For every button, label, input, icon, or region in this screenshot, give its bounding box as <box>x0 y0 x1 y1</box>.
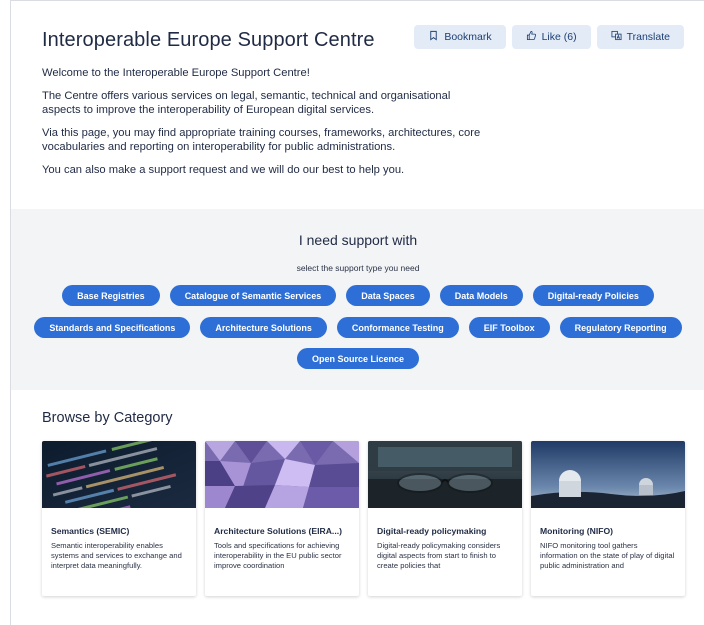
intro-section: Interoperable Europe Support Centre Book… <box>11 1 704 209</box>
like-button[interactable]: Like (6) <box>511 25 591 49</box>
welcome-text: Welcome to the Interoperable Europe Supp… <box>42 67 310 79</box>
card-description: Semantic interoperability enables system… <box>51 541 182 571</box>
support-data-spaces[interactable]: Data Spaces <box>346 285 430 306</box>
category-card-semantics[interactable]: Semantics (SEMIC) Semantic interoperabil… <box>42 441 196 596</box>
support-section: I need support with select the support t… <box>11 209 704 390</box>
card-description: Tools and specifications for achieving i… <box>214 541 342 571</box>
page-title: Interoperable Europe Support Centre <box>42 29 375 51</box>
bookmark-button[interactable]: Bookmark <box>414 25 506 49</box>
page-actions: Bookmark Like (6) Translate <box>414 25 684 49</box>
support-row-3: Open Source Licence <box>11 348 704 369</box>
browse-title: Browse by Category <box>42 410 173 426</box>
card-title: Architecture Solutions (EIRA...) <box>214 526 342 536</box>
translate-label: Translate <box>626 31 670 43</box>
category-card-architecture[interactable]: Architecture Solutions (EIRA...) Tools a… <box>205 441 359 596</box>
card-title: Semantics (SEMIC) <box>51 526 130 536</box>
card-description: NIFO monitoring tool gathers information… <box>540 541 675 571</box>
support-conformance-testing[interactable]: Conformance Testing <box>336 317 459 338</box>
support-architecture-solutions[interactable]: Architecture Solutions <box>200 317 327 338</box>
bookmark-icon <box>428 30 439 44</box>
like-label: Like (6) <box>541 31 577 43</box>
support-open-source-licence[interactable]: Open Source Licence <box>296 348 420 369</box>
intro-paragraph-support: You can also make a support request and … <box>42 164 405 176</box>
card-title: Monitoring (NIFO) <box>540 526 614 536</box>
support-data-models[interactable]: Data Models <box>439 285 523 306</box>
code-screen-image <box>42 441 196 508</box>
bookmark-label: Bookmark <box>444 31 492 43</box>
support-catalogue-semantic-services[interactable]: Catalogue of Semantic Services <box>169 285 337 306</box>
support-subtitle: select the support type you need <box>296 263 420 273</box>
thumbs-up-icon <box>526 30 537 44</box>
support-row-2: Standards and Specifications Architectur… <box>11 317 704 338</box>
translate-icon <box>611 30 622 44</box>
support-regulatory-reporting[interactable]: Regulatory Reporting <box>559 317 682 338</box>
card-description: Digital-ready policymaking considers dig… <box>377 541 501 571</box>
support-row-1: Base Registries Catalogue of Semantic Se… <box>11 285 704 306</box>
support-title: I need support with <box>298 232 418 248</box>
support-base-registries[interactable]: Base Registries <box>62 285 160 306</box>
support-digital-ready-policies[interactable]: Digital-ready Policies <box>532 285 654 306</box>
abstract-architecture-image <box>205 441 359 508</box>
category-cards: Semantics (SEMIC) Semantic interoperabil… <box>42 441 685 596</box>
support-eif-toolbox[interactable]: EIF Toolbox <box>468 317 550 338</box>
support-standards-specifications[interactable]: Standards and Specifications <box>34 317 191 338</box>
page-frame: Interoperable Europe Support Centre Book… <box>10 0 704 625</box>
card-title: Digital-ready policymaking <box>377 526 487 536</box>
glasses-laptop-image <box>368 441 522 508</box>
category-card-policymaking[interactable]: Digital-ready policymaking Digital-ready… <box>368 441 522 596</box>
translate-button[interactable]: Translate <box>596 25 684 49</box>
category-card-monitoring[interactable]: Monitoring (NIFO) NIFO monitoring tool g… <box>531 441 685 596</box>
observatory-image <box>531 441 685 508</box>
intro-paragraph-resources: Via this page, you may find appropriate … <box>42 127 481 153</box>
intro-paragraph-services: The Centre offers various services on le… <box>42 90 451 116</box>
